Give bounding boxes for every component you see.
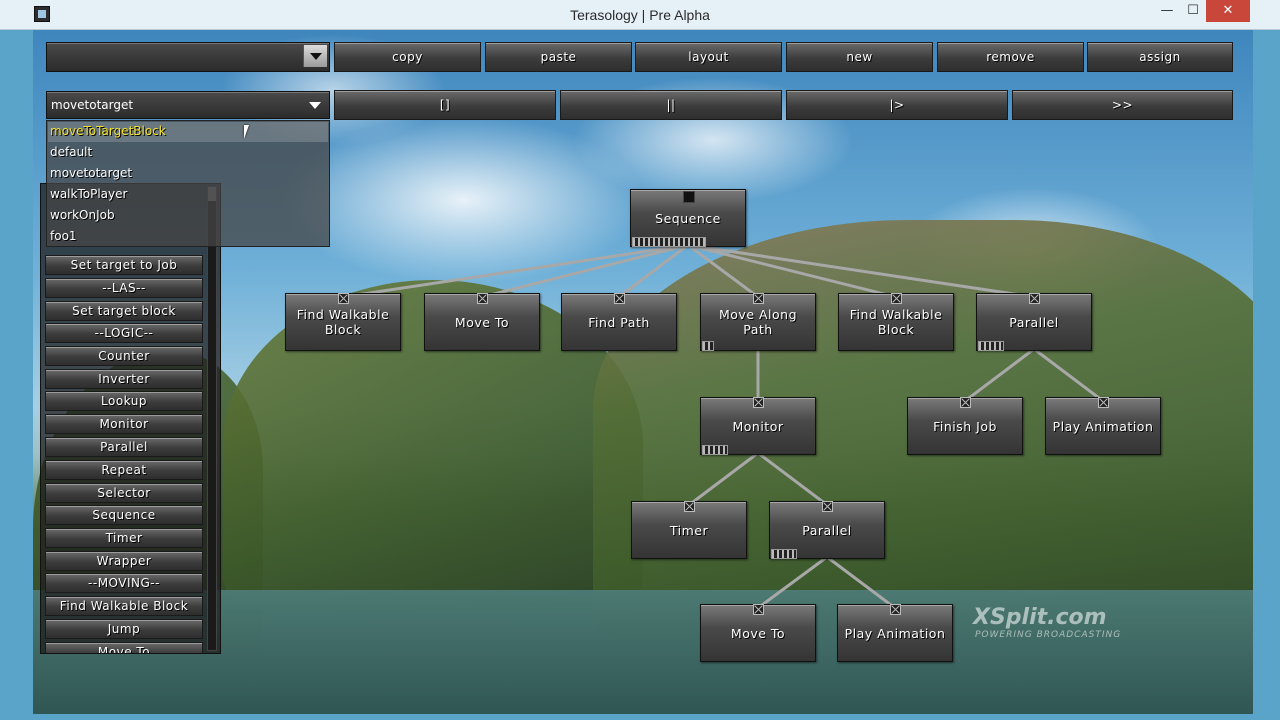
- palette-item-repeat[interactable]: Repeat: [45, 460, 203, 480]
- dropdown-option-default[interactable]: default: [50, 145, 92, 159]
- copy-button[interactable]: copy: [334, 42, 481, 72]
- palette-item-set-target-to-job[interactable]: Set target to Job: [45, 255, 203, 275]
- palette-separator-moving: --MOVING--: [45, 573, 203, 593]
- palette-item-set-target-block[interactable]: Set target block: [45, 301, 203, 321]
- input-port-icon[interactable]: [960, 397, 971, 408]
- output-port-icon[interactable]: [771, 549, 797, 559]
- new-button[interactable]: new: [786, 42, 933, 72]
- output-port-icon[interactable]: [632, 237, 706, 247]
- node-play-animation[interactable]: Play Animation: [837, 604, 953, 662]
- node-label: Move To: [454, 314, 510, 330]
- dropdown-option-foo1[interactable]: foo1: [50, 229, 77, 243]
- node-sequence[interactable]: Sequence: [630, 189, 746, 247]
- dropdown-option-movetotargetblock[interactable]: moveToTargetBlock: [50, 124, 166, 138]
- output-port-icon[interactable]: [702, 445, 728, 455]
- node-find-path[interactable]: Find Path: [561, 293, 677, 351]
- minimize-button[interactable]: —: [1150, 0, 1184, 22]
- node-label: Monitor: [732, 418, 784, 434]
- remove-button[interactable]: remove: [937, 42, 1084, 72]
- fast-forward-button[interactable]: >>: [1012, 90, 1233, 120]
- window-title: Terasology | Pre Alpha: [570, 7, 710, 23]
- xsplit-watermark: XSplit.com POWERING BROADCASTING: [973, 605, 1121, 640]
- node-finish-job[interactable]: Finish Job: [907, 397, 1023, 455]
- node-label: Finish Job: [933, 418, 997, 434]
- close-button[interactable]: ✕: [1206, 0, 1250, 22]
- palette-item-monitor[interactable]: Monitor: [45, 414, 203, 434]
- dropdown-option-walktoplayer[interactable]: walkToPlayer: [50, 187, 127, 201]
- palette-item-counter[interactable]: Counter: [45, 346, 203, 366]
- behavior-dropdown[interactable]: movetotarget: [46, 91, 330, 119]
- input-port-icon[interactable]: [1029, 293, 1040, 304]
- output-port-icon[interactable]: [702, 341, 714, 351]
- palette-item-find-walkable-block[interactable]: Find Walkable Block: [45, 596, 203, 616]
- input-port-icon[interactable]: [753, 604, 764, 615]
- node-move-to[interactable]: Move To: [424, 293, 540, 351]
- node-label: Timer: [669, 522, 709, 538]
- palette-item-timer[interactable]: Timer: [45, 528, 203, 548]
- input-port-icon[interactable]: [614, 293, 625, 304]
- palette-item-jump[interactable]: Jump: [45, 619, 203, 639]
- palette-scrollbar[interactable]: [207, 186, 217, 651]
- step-button[interactable]: |>: [786, 90, 1008, 120]
- node-find-walkable-block[interactable]: Find Walkable Block: [285, 293, 401, 351]
- node-label: Move Along Path: [718, 307, 798, 337]
- node-find-walkable-block[interactable]: Find Walkable Block: [838, 293, 954, 351]
- behavior-dropdown-value: movetotarget: [51, 98, 134, 112]
- palette-item-wrapper[interactable]: Wrapper: [45, 551, 203, 571]
- node-label: Play Animation: [1052, 418, 1154, 434]
- node-monitor[interactable]: Monitor: [700, 397, 816, 455]
- input-port-icon[interactable]: [477, 293, 488, 304]
- pause-button[interactable]: ||: [560, 90, 782, 120]
- chevron-down-icon[interactable]: [303, 45, 327, 67]
- behavior-dropdown-list: moveToTargetBlock default movetotarget w…: [46, 120, 330, 247]
- root-handle-icon[interactable]: [683, 191, 695, 203]
- watermark-tagline: POWERING BROADCASTING: [975, 630, 1122, 640]
- node-label: Parallel: [802, 522, 852, 538]
- node-move-to[interactable]: Move To: [700, 604, 816, 662]
- dropdown-option-movetotarget[interactable]: movetotarget: [50, 166, 132, 180]
- maximize-button[interactable]: ☐: [1180, 0, 1206, 22]
- palette-item-parallel[interactable]: Parallel: [45, 437, 203, 457]
- node-label: Sequence: [655, 210, 721, 226]
- palette-item-move-to[interactable]: Move To: [45, 642, 203, 653]
- input-port-icon[interactable]: [753, 293, 764, 304]
- chevron-down-icon[interactable]: [303, 94, 327, 116]
- node-label: Find Walkable Block: [296, 307, 390, 337]
- input-port-icon[interactable]: [822, 501, 833, 512]
- node-timer[interactable]: Timer: [631, 501, 747, 559]
- node-palette: Set target to Job --LAS-- Set target blo…: [40, 183, 221, 654]
- palette-item-inverter[interactable]: Inverter: [45, 369, 203, 389]
- window-titlebar: Terasology | Pre Alpha — ☐ ✕: [0, 0, 1280, 30]
- palette-item-lookup[interactable]: Lookup: [45, 391, 203, 411]
- input-port-icon[interactable]: [891, 293, 902, 304]
- assign-button[interactable]: assign: [1087, 42, 1233, 72]
- node-label: Play Animation: [844, 625, 946, 641]
- output-port-icon[interactable]: [978, 341, 1004, 351]
- palette-item-selector[interactable]: Selector: [45, 483, 203, 503]
- tree-selector[interactable]: [46, 42, 330, 72]
- node-label: Move To: [730, 625, 786, 641]
- node-move-along-path[interactable]: Move Along Path: [700, 293, 816, 351]
- input-port-icon[interactable]: [890, 604, 901, 615]
- node-label: Find Walkable Block: [849, 307, 943, 337]
- node-play-animation[interactable]: Play Animation: [1045, 397, 1161, 455]
- palette-separator-logic: --LOGIC--: [45, 323, 203, 343]
- paste-button[interactable]: paste: [485, 42, 632, 72]
- dropdown-option-workonjob[interactable]: workOnJob: [50, 208, 115, 222]
- palette-item-sequence[interactable]: Sequence: [45, 505, 203, 525]
- input-port-icon[interactable]: [338, 293, 349, 304]
- node-parallel[interactable]: Parallel: [769, 501, 885, 559]
- node-parallel[interactable]: Parallel: [976, 293, 1092, 351]
- stop-button[interactable]: []: [334, 90, 556, 120]
- node-label: Parallel: [1009, 314, 1059, 330]
- input-port-icon[interactable]: [753, 397, 764, 408]
- watermark-brand: XSplit.com: [973, 605, 1107, 630]
- layout-button[interactable]: layout: [635, 42, 782, 72]
- input-port-icon[interactable]: [684, 501, 695, 512]
- palette-separator-las: --LAS--: [45, 278, 203, 298]
- mouse-cursor-icon: [244, 125, 254, 139]
- node-label: Find Path: [588, 314, 650, 330]
- input-port-icon[interactable]: [1098, 397, 1109, 408]
